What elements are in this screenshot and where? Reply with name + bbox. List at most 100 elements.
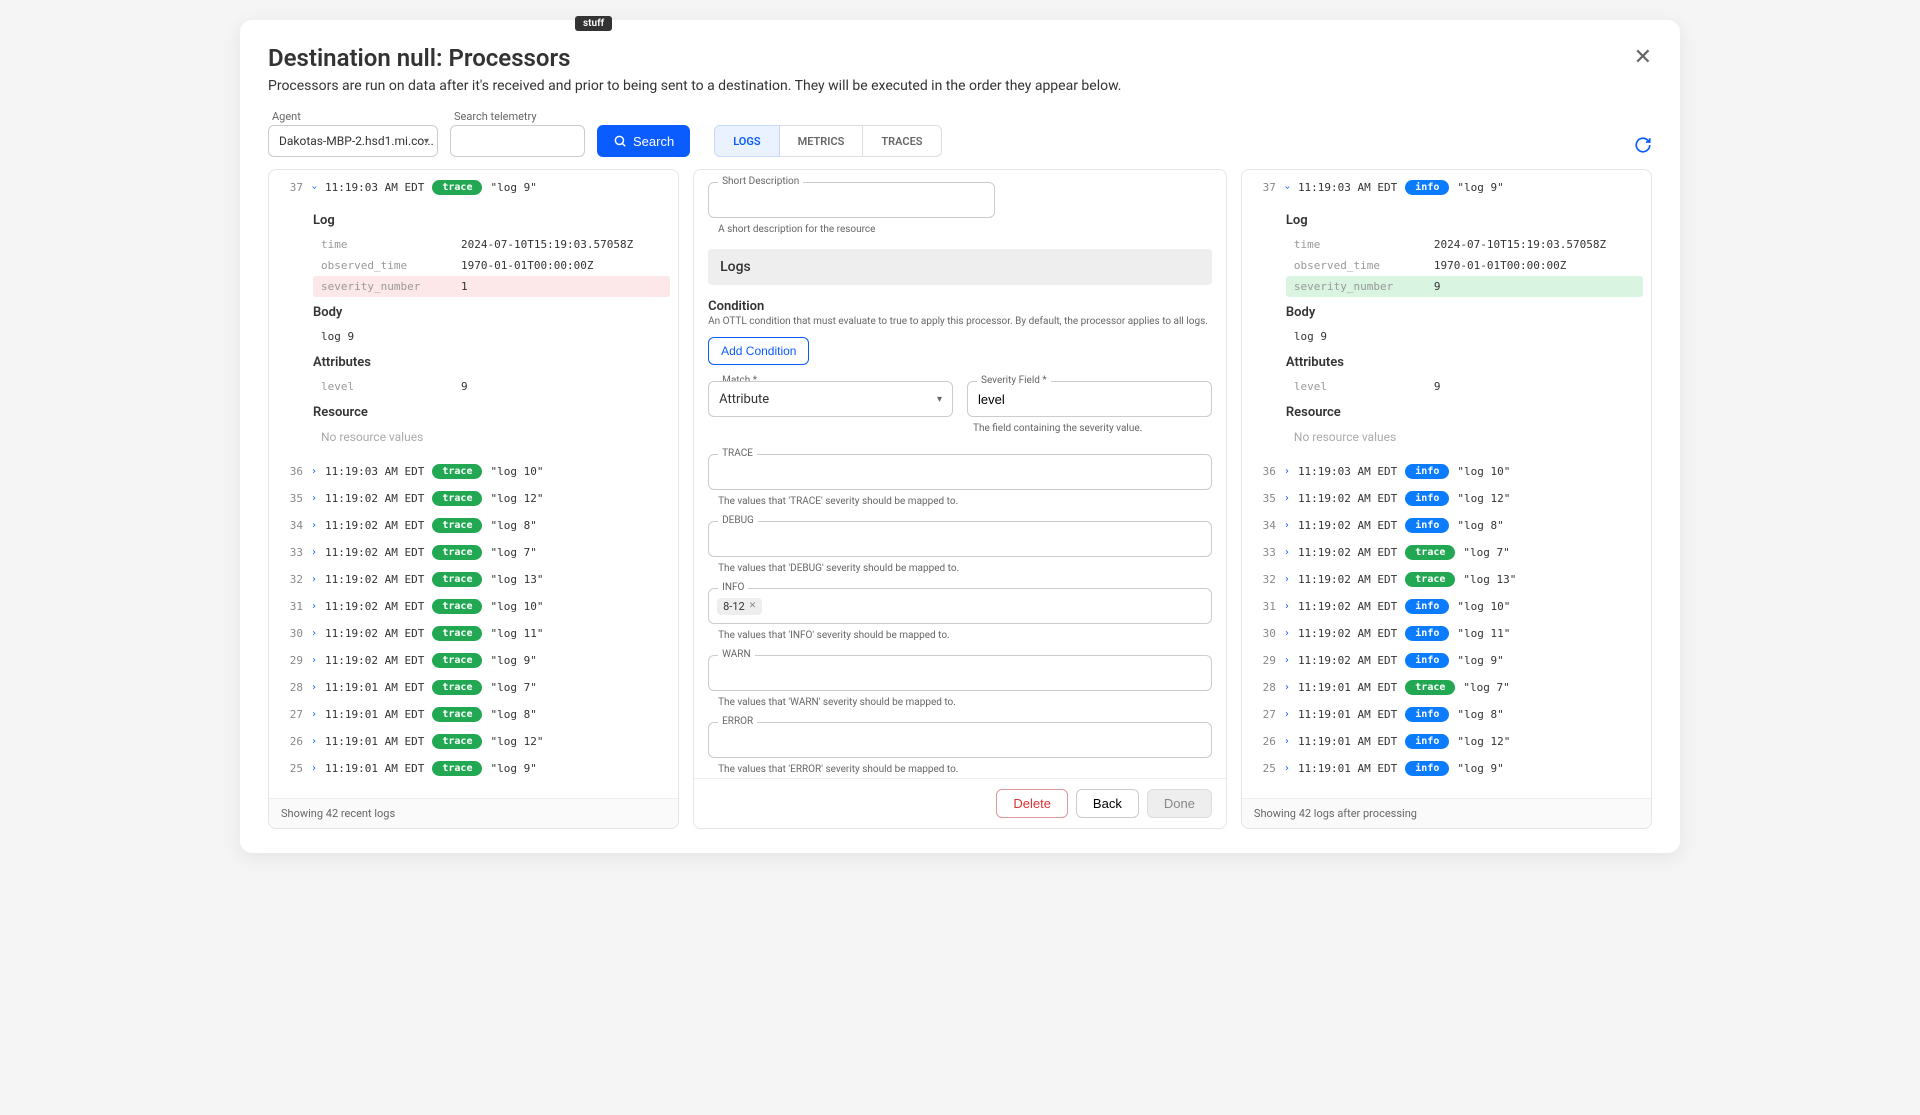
level-help-warn: The values that 'WARN' severity should b…	[718, 697, 1212, 708]
chevron-right-icon[interactable]: ›	[1284, 655, 1290, 666]
chevron-right-icon[interactable]: ›	[1284, 682, 1290, 693]
log-msg: "log 8"	[1457, 519, 1503, 532]
level-input-info[interactable]: 8-12✕	[708, 588, 1212, 624]
agent-select[interactable]: Dakotas-MBP-2.hsd1.mi.co...	[268, 125, 438, 157]
body-section-header: Body	[1286, 305, 1643, 320]
chevron-right-icon[interactable]: ›	[1284, 601, 1290, 612]
chevron-right-icon[interactable]: ›	[1284, 628, 1290, 639]
chevron-right-icon[interactable]: ›	[1284, 493, 1290, 504]
log-idx: 31	[281, 600, 303, 613]
chevron-right-icon[interactable]: ›	[1284, 466, 1290, 477]
level-input-error[interactable]	[708, 722, 1212, 758]
log-msg: "log 8"	[490, 708, 536, 721]
log-row[interactable]: 35 › 11:19:02 AM EDT info "log 12"	[1254, 485, 1643, 512]
chevron-right-icon[interactable]: ›	[311, 493, 317, 504]
log-row[interactable]: 33 › 11:19:02 AM EDT trace "log 7"	[1254, 539, 1643, 566]
chevron-right-icon[interactable]: ›	[1284, 520, 1290, 531]
log-row[interactable]: 27 › 11:19:01 AM EDT trace "log 8"	[281, 701, 670, 728]
level-label-warn: WARN	[718, 649, 754, 660]
log-row[interactable]: 34 › 11:19:02 AM EDT trace "log 8"	[281, 512, 670, 539]
log-idx: 28	[1254, 681, 1276, 694]
log-idx: 31	[1254, 600, 1276, 613]
log-row[interactable]: 26 › 11:19:01 AM EDT trace "log 12"	[281, 728, 670, 755]
chevron-right-icon[interactable]: ›	[1284, 763, 1290, 774]
log-kv: time2024-07-10T15:19:03.57058Z	[313, 234, 670, 255]
chip-remove-icon[interactable]: ✕	[749, 601, 757, 611]
chevron-down-icon[interactable]: ›	[309, 184, 320, 190]
log-msg: "log 9"	[1457, 181, 1503, 194]
chevron-right-icon[interactable]: ›	[311, 601, 317, 612]
log-row[interactable]: 25 › 11:19:01 AM EDT info "log 9"	[1254, 755, 1643, 782]
log-row[interactable]: 34 › 11:19:02 AM EDT info "log 8"	[1254, 512, 1643, 539]
log-row[interactable]: 36 › 11:19:03 AM EDT trace "log 10"	[281, 458, 670, 485]
log-row-expanded[interactable]: 37 › 11:19:03 AM EDT trace "log 9"	[281, 174, 670, 201]
log-time: 11:19:02 AM EDT	[1298, 654, 1397, 667]
close-button[interactable]: ✕	[1634, 44, 1652, 70]
log-row[interactable]: 26 › 11:19:01 AM EDT info "log 12"	[1254, 728, 1643, 755]
short-desc-input[interactable]	[708, 182, 995, 218]
log-row[interactable]: 31 › 11:19:02 AM EDT trace "log 10"	[281, 593, 670, 620]
page-subtitle: Processors are run on data after it's re…	[268, 78, 1121, 94]
search-button[interactable]: Search	[597, 125, 690, 157]
severity-badge: trace	[432, 626, 482, 641]
log-msg: "log 9"	[1457, 762, 1503, 775]
severity-badge: trace	[432, 464, 482, 479]
processor-form-panel: Short Description A short description fo…	[693, 169, 1227, 829]
log-row[interactable]: 29 › 11:19:02 AM EDT trace "log 9"	[281, 647, 670, 674]
log-row[interactable]: 35 › 11:19:02 AM EDT trace "log 12"	[281, 485, 670, 512]
chevron-right-icon[interactable]: ›	[1284, 547, 1290, 558]
tab-logs[interactable]: LOGS	[714, 125, 779, 157]
chevron-down-icon[interactable]: ›	[1281, 184, 1292, 190]
search-input[interactable]	[450, 125, 585, 157]
log-time: 11:19:02 AM EDT	[325, 519, 424, 532]
chevron-right-icon[interactable]: ›	[311, 682, 317, 693]
log-time: 11:19:03 AM EDT	[1298, 181, 1397, 194]
log-row[interactable]: 29 › 11:19:02 AM EDT info "log 9"	[1254, 647, 1643, 674]
delete-button[interactable]: Delete	[996, 789, 1068, 818]
refresh-button[interactable]	[1634, 136, 1652, 157]
log-time: 11:19:02 AM EDT	[325, 600, 424, 613]
log-idx: 35	[281, 492, 303, 505]
log-row-expanded[interactable]: 37 › 11:19:03 AM EDT info "log 9"	[1254, 174, 1643, 201]
chevron-right-icon[interactable]: ›	[1284, 709, 1290, 720]
log-row[interactable]: 33 › 11:19:02 AM EDT trace "log 7"	[281, 539, 670, 566]
log-row[interactable]: 30 › 11:19:02 AM EDT info "log 11"	[1254, 620, 1643, 647]
chevron-right-icon[interactable]: ›	[311, 655, 317, 666]
log-msg: "log 10"	[490, 465, 543, 478]
chevron-right-icon[interactable]: ›	[311, 547, 317, 558]
log-idx: 25	[1254, 762, 1276, 775]
level-input-trace[interactable]	[708, 454, 1212, 490]
log-row[interactable]: 27 › 11:19:01 AM EDT info "log 8"	[1254, 701, 1643, 728]
log-row[interactable]: 30 › 11:19:02 AM EDT trace "log 11"	[281, 620, 670, 647]
chevron-right-icon[interactable]: ›	[311, 736, 317, 747]
match-select[interactable]: Attribute	[708, 381, 953, 417]
log-row[interactable]: 32 › 11:19:02 AM EDT trace "log 13"	[281, 566, 670, 593]
level-input-debug[interactable]	[708, 521, 1212, 557]
tab-metrics[interactable]: METRICS	[780, 125, 864, 157]
add-condition-button[interactable]: Add Condition	[708, 337, 809, 365]
chevron-right-icon[interactable]: ›	[311, 520, 317, 531]
log-idx: 35	[1254, 492, 1276, 505]
chevron-right-icon[interactable]: ›	[311, 763, 317, 774]
log-time: 11:19:01 AM EDT	[1298, 735, 1397, 748]
log-row[interactable]: 36 › 11:19:03 AM EDT info "log 10"	[1254, 458, 1643, 485]
severity-field-input[interactable]	[967, 381, 1212, 417]
chevron-right-icon[interactable]: ›	[1284, 574, 1290, 585]
severity-badge: trace	[432, 572, 482, 587]
tab-traces[interactable]: TRACES	[863, 125, 941, 157]
chevron-right-icon[interactable]: ›	[1284, 736, 1290, 747]
log-time: 11:19:02 AM EDT	[1298, 492, 1397, 505]
log-row[interactable]: 32 › 11:19:02 AM EDT trace "log 13"	[1254, 566, 1643, 593]
back-button[interactable]: Back	[1076, 789, 1139, 818]
level-input-warn[interactable]	[708, 655, 1212, 691]
chevron-right-icon[interactable]: ›	[311, 574, 317, 585]
level-chip[interactable]: 8-12✕	[717, 598, 762, 615]
chevron-right-icon[interactable]: ›	[311, 628, 317, 639]
severity-badge: trace	[432, 518, 482, 533]
chevron-right-icon[interactable]: ›	[311, 466, 317, 477]
log-row[interactable]: 31 › 11:19:02 AM EDT info "log 10"	[1254, 593, 1643, 620]
log-row[interactable]: 28 › 11:19:01 AM EDT trace "log 7"	[1254, 674, 1643, 701]
log-row[interactable]: 28 › 11:19:01 AM EDT trace "log 7"	[281, 674, 670, 701]
log-row[interactable]: 25 › 11:19:01 AM EDT trace "log 9"	[281, 755, 670, 782]
chevron-right-icon[interactable]: ›	[311, 709, 317, 720]
